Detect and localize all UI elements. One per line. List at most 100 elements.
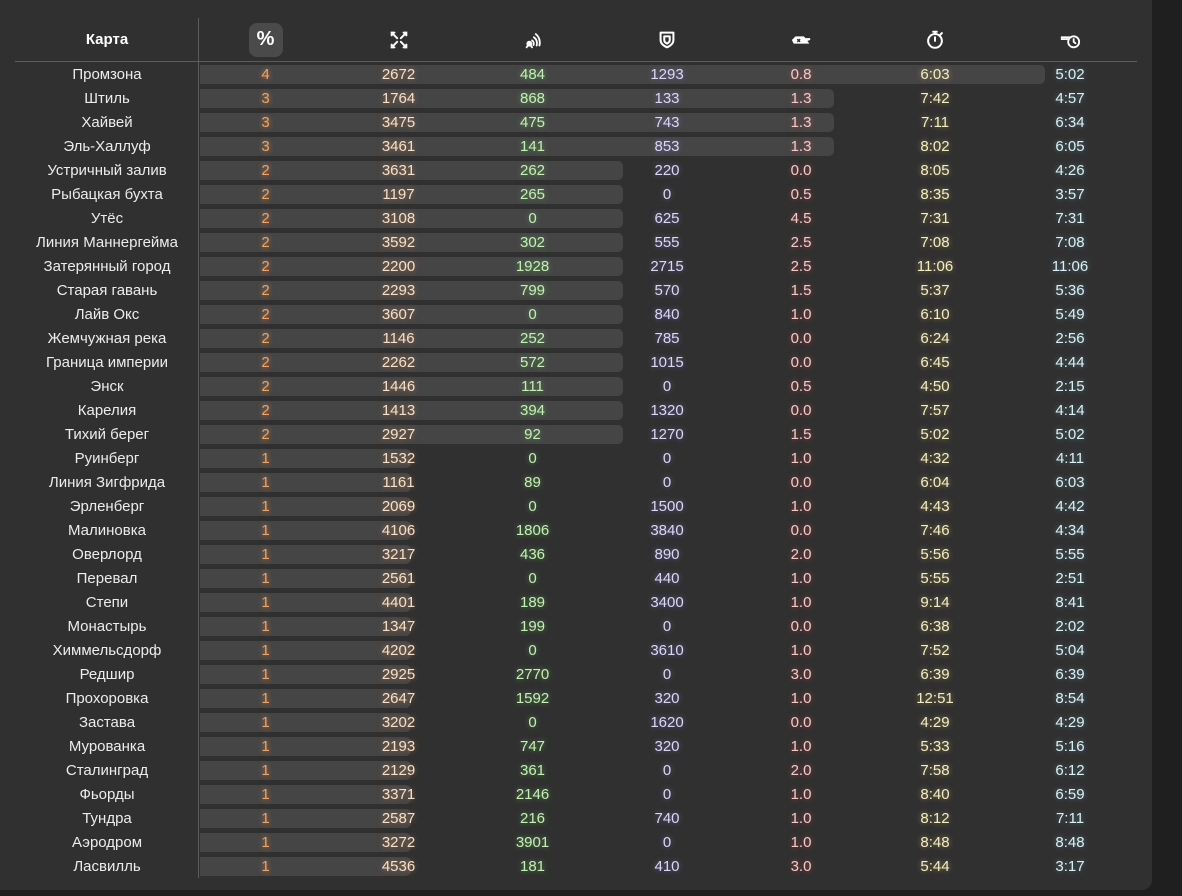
percent-cell: 1 [261, 858, 270, 875]
battle-time-cell: 5:56 [920, 546, 950, 563]
map-name-cell: Рыбацкая бухта [51, 186, 163, 203]
table-row[interactable]: Мурованка 1 2193 747 320 1.0 5:33 5:16 [0, 735, 1152, 759]
table-row[interactable]: Тихий берег 2 2927 92 1270 1.5 5:02 5:02 [0, 423, 1152, 447]
table-row[interactable]: Карелия 2 1413 394 1320 0.0 7:57 4:14 [0, 399, 1152, 423]
kills-cell: 0.0 [790, 522, 812, 539]
damage-cell: 3607 [381, 306, 416, 323]
table-row[interactable]: Штиль 3 1764 868 133 1.3 7:42 4:57 [0, 87, 1152, 111]
table-row[interactable]: Химмельсдорф 1 4202 0 3610 1.0 7:52 5:04 [0, 639, 1152, 663]
column-header-assist[interactable] [466, 18, 599, 61]
percent-cell: 2 [261, 306, 270, 323]
percent-cell: 1 [261, 666, 270, 683]
map-name-cell: Жемчужная река [47, 330, 167, 347]
blocked-cell: 570 [654, 282, 680, 299]
column-header-map[interactable]: Карта [15, 18, 199, 61]
assist-cell: 265 [519, 186, 546, 203]
table-row[interactable]: Редшир 1 2925 2770 0 3.0 6:39 6:39 [0, 663, 1152, 687]
blocked-cell: 0 [662, 474, 672, 491]
blocked-cell: 1270 [650, 426, 684, 443]
table-row[interactable]: Тундра 1 2587 216 740 1.0 8:12 7:11 [0, 807, 1152, 831]
table-row[interactable]: Энск 2 1446 111 0 0.5 4:50 2:15 [0, 375, 1152, 399]
map-name-cell: Мурованка [68, 738, 146, 755]
damage-cell: 2293 [381, 282, 416, 299]
table-row[interactable]: Промзона 4 2672 484 1293 0.8 6:03 5:02 [0, 63, 1152, 87]
map-name-cell: Ласвилль [73, 858, 141, 875]
map-name-cell: Фьорды [79, 786, 135, 803]
table-row[interactable]: Монастырь 1 1347 199 0 0.0 6:38 2:02 [0, 615, 1152, 639]
battle-time-cell: 4:32 [920, 450, 950, 467]
alive-time-cell: 5:02 [1055, 66, 1085, 83]
damage-cell: 3592 [381, 234, 416, 251]
column-header-kills[interactable] [734, 18, 868, 61]
percent-cell: 2 [261, 234, 270, 251]
alive-time-cell: 4:14 [1055, 402, 1085, 419]
percent-cell: 1 [261, 786, 270, 803]
kills-cell: 0.0 [790, 162, 812, 179]
damage-cell: 1161 [382, 474, 415, 491]
damage-cell: 1446 [381, 378, 416, 395]
blocked-cell: 625 [654, 210, 680, 227]
map-name-cell: Лайв Окс [74, 306, 140, 323]
table-row[interactable]: Линия Зигфрида 1 1161 89 0 0.0 6:04 6:03 [0, 471, 1152, 495]
blocked-cell: 320 [654, 690, 680, 707]
blocked-cell: 3840 [650, 522, 684, 539]
percent-cell: 1 [261, 522, 270, 539]
column-header-blocked[interactable] [600, 18, 734, 61]
blocked-cell: 0 [662, 786, 672, 803]
table-row[interactable]: Устричный залив 2 3631 262 220 0.0 8:05 4:26 [0, 159, 1152, 183]
percent-cell: 3 [261, 138, 270, 155]
alive-time-cell: 7:11 [1055, 810, 1085, 827]
column-header-battle-time[interactable] [868, 18, 1002, 61]
blocked-cell: 0 [662, 450, 672, 467]
table-row[interactable]: Граница империи 2 2262 572 1015 0.0 6:45 4:44 [0, 351, 1152, 375]
table-row[interactable]: Ласвилль 1 4536 181 410 3.0 5:44 3:17 [0, 855, 1152, 879]
table-row[interactable]: Малиновка 1 4106 1806 3840 0.0 7:46 4:34 [0, 519, 1152, 543]
table-row[interactable]: Фьорды 1 3371 2146 0 1.0 8:40 6:59 [0, 783, 1152, 807]
damage-cell: 2200 [381, 258, 416, 275]
shield-icon [659, 31, 675, 48]
map-name-cell: Линия Зигфрида [48, 474, 166, 491]
alive-time-cell: 6:59 [1055, 786, 1085, 803]
percent-cell: 1 [261, 810, 270, 827]
kills-cell: 0.0 [790, 354, 812, 371]
table-row[interactable]: Эль-Халлуф 3 3461 141 853 1.3 8:02 6:05 [0, 135, 1152, 159]
table-row[interactable]: Утёс 2 3108 0 625 4.5 7:31 7:31 [0, 207, 1152, 231]
table-row[interactable]: Сталинград 1 2129 361 0 2.0 7:58 6:12 [0, 759, 1152, 783]
percent-cell: 2 [261, 162, 270, 179]
table-row[interactable]: Прохоровка 1 2647 1592 320 1.0 12:51 8:54 [0, 687, 1152, 711]
table-row[interactable]: Аэродром 1 3272 3901 0 1.0 8:48 8:48 [0, 831, 1152, 855]
sort-percent-button[interactable]: % [248, 22, 283, 57]
assist-cell: 199 [519, 618, 546, 635]
battle-time-cell: 4:29 [920, 714, 950, 731]
table-row[interactable]: Рыбацкая бухта 2 1197 265 0 0.5 8:35 3:57 [0, 183, 1152, 207]
table-row[interactable]: Руинберг 1 1532 0 0 1.0 4:32 4:11 [0, 447, 1152, 471]
table-row[interactable]: Затерянный город 2 2200 1928 2715 2.5 11:06 11:… [0, 255, 1152, 279]
battle-time-cell: 5:37 [920, 282, 950, 299]
assist-cell: 2146 [515, 786, 550, 803]
table-row[interactable]: Застава 1 3202 0 1620 0.0 4:29 4:29 [0, 711, 1152, 735]
column-header-damage[interactable] [332, 18, 465, 61]
battle-time-cell: 6:24 [920, 330, 950, 347]
blocked-cell: 220 [654, 162, 680, 179]
table-row[interactable]: Старая гавань 2 2293 799 570 1.5 5:37 5:36 [0, 279, 1152, 303]
kills-cell: 0.0 [790, 474, 812, 491]
kills-cell: 0.5 [790, 186, 812, 203]
table-row[interactable]: Эрленберг 1 2069 0 1500 1.0 4:43 4:42 [0, 495, 1152, 519]
map-name-cell: Затерянный город [43, 258, 171, 275]
percent-cell: 2 [261, 378, 270, 395]
table-row[interactable]: Перевал 1 2561 0 440 1.0 5:55 2:51 [0, 567, 1152, 591]
percent-cell: 1 [261, 762, 270, 779]
table-row[interactable]: Лайв Окс 2 3607 0 840 1.0 6:10 5:49 [0, 303, 1152, 327]
table-row[interactable]: Жемчужная река 2 1146 252 785 0.0 6:24 2:56 [0, 327, 1152, 351]
column-header-percent[interactable]: % [199, 18, 332, 61]
alive-time-cell: 5:02 [1055, 426, 1085, 443]
column-header-alive-time[interactable] [1002, 18, 1138, 61]
table-row[interactable]: Оверлорд 1 3217 436 890 2.0 5:56 5:55 [0, 543, 1152, 567]
table-row[interactable]: Хайвей 3 3475 475 743 1.3 7:11 6:34 [0, 111, 1152, 135]
assist-cell: 189 [519, 594, 546, 611]
table-row[interactable]: Линия Маннергейма 2 3592 302 555 2.5 7:08 7:08 [0, 231, 1152, 255]
table-row[interactable]: Степи 1 4401 189 3400 1.0 9:14 8:41 [0, 591, 1152, 615]
percent-cell: 1 [261, 714, 270, 731]
blocked-cell: 410 [654, 858, 680, 875]
alive-time-cell: 6:12 [1055, 762, 1085, 779]
